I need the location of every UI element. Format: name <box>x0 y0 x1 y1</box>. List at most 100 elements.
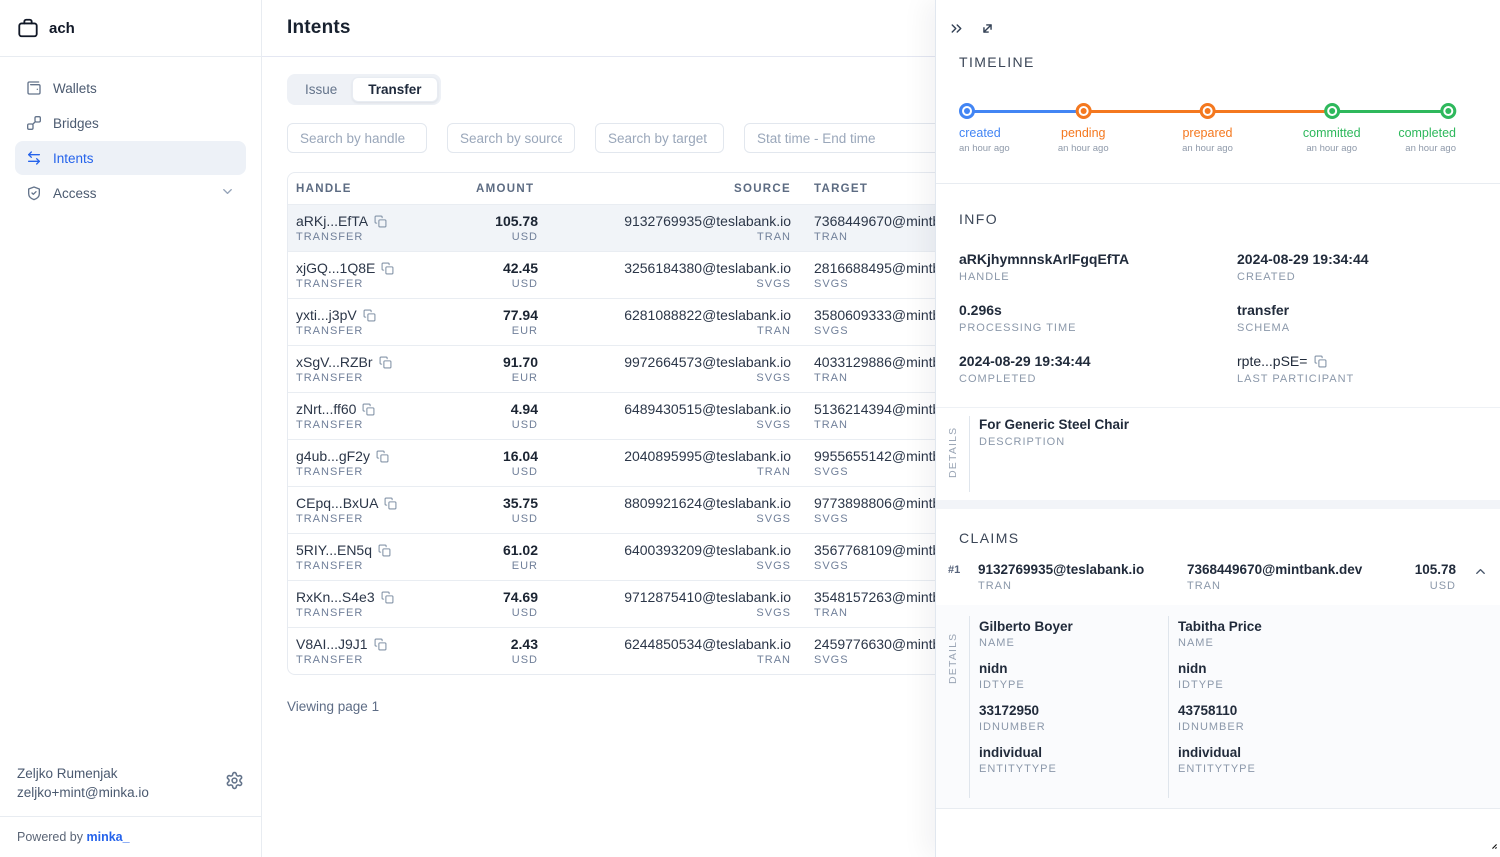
intent-source: 6281088822@teslabank.io <box>538 306 791 324</box>
intent-amount: 42.45 <box>468 259 538 277</box>
copy-icon[interactable] <box>1314 355 1327 368</box>
copy-icon[interactable] <box>374 215 387 228</box>
intent-source-label: SVGS <box>538 419 791 431</box>
copy-icon[interactable] <box>374 638 387 651</box>
settings-gear-icon[interactable] <box>225 771 244 795</box>
tab-issue[interactable]: Issue <box>290 77 352 102</box>
party-idnumber: 33172950 <box>979 703 1168 718</box>
intent-currency: EUR <box>468 325 538 337</box>
timeline-node-icon <box>959 103 975 119</box>
search-by-target-input[interactable] <box>595 123 724 153</box>
copy-icon[interactable] <box>376 450 389 463</box>
minka-brand-link[interactable]: minka_ <box>86 830 129 844</box>
party-name-label: NAME <box>1178 637 1500 649</box>
collapse-claim-icon[interactable] <box>1473 562 1488 579</box>
timeline-title: TIMELINE <box>959 54 1500 70</box>
date-range-input[interactable] <box>744 123 944 153</box>
intent-type: TRANSFER <box>296 231 468 243</box>
intent-source-label: SVGS <box>538 372 791 384</box>
claim-row[interactable]: #1 9132769935@teslabank.io TRAN 73684496… <box>936 546 1500 605</box>
info-field-created: 2024-08-29 19:34:44 CREATED <box>1237 251 1500 283</box>
intent-handle: V8AI...J9J1 <box>296 635 368 653</box>
sidebar: ach Wallets Bridges Intents Access <box>0 0 262 857</box>
column-header-amount: AMOUNT <box>468 183 538 195</box>
intent-detail-panel: TIMELINE createdan hour agopendingan hou… <box>935 0 1500 857</box>
info-label: CREATED <box>1237 271 1500 283</box>
intent-amount: 35.75 <box>468 494 538 512</box>
powered-by: Powered by minka_ <box>0 816 261 857</box>
sidebar-item-bridges[interactable]: Bridges <box>15 106 246 140</box>
claim-index: #1 <box>948 562 978 576</box>
intent-currency: USD <box>468 466 538 478</box>
timeline-step-time: an hour ago <box>1182 143 1233 154</box>
intent-type: TRANSFER <box>296 607 468 619</box>
claim-source-label: TRAN <box>978 580 1187 592</box>
info-value: 2024-08-29 19:34:44 <box>959 353 1237 369</box>
intent-source-label: TRAN <box>538 231 791 243</box>
copy-icon[interactable] <box>363 309 376 322</box>
party-name: Gilberto Boyer <box>979 619 1168 634</box>
transfer-arrows-icon <box>26 150 42 166</box>
claim-party-source: Gilberto BoyerNAME nidnIDTYPE 33172950ID… <box>969 616 1168 798</box>
timeline-step-time: an hour ago <box>959 143 1010 154</box>
timeline-step-label: prepared <box>1182 126 1232 140</box>
sidebar-item-label: Intents <box>53 151 94 166</box>
intent-type: TRANSFER <box>296 325 468 337</box>
page-title: Intents <box>287 17 351 39</box>
collapse-panel-icon[interactable] <box>948 20 965 37</box>
claim-target: 7368449670@mintbank.dev <box>1187 562 1415 577</box>
copy-icon[interactable] <box>379 356 392 369</box>
timeline-step-time: an hour ago <box>1405 143 1456 154</box>
wallet-icon <box>26 80 42 96</box>
search-by-handle-input[interactable] <box>287 123 427 153</box>
timeline-section: TIMELINE createdan hour agopendingan hou… <box>936 37 1500 165</box>
copy-icon[interactable] <box>362 403 375 416</box>
party-idtype-label: IDTYPE <box>979 679 1168 691</box>
info-section: INFO aRKjhymnnskArlFgqEfTA HANDLE 2024-0… <box>936 184 1500 407</box>
party-name: Tabitha Price <box>1178 619 1500 634</box>
claim-details: DETAILS Gilberto BoyerNAME nidnIDTYPE 33… <box>936 605 1500 808</box>
info-value: transfer <box>1237 302 1500 318</box>
party-entitytype: individual <box>979 745 1168 760</box>
sidebar-item-label: Wallets <box>53 81 97 96</box>
intent-amount: 77.94 <box>468 306 538 324</box>
sidebar-item-label: Bridges <box>53 116 99 131</box>
intent-amount: 105.78 <box>468 212 538 230</box>
intent-type: TRANSFER <box>296 513 468 525</box>
info-field-last-participant: rpte...pSE= LAST PARTICIPANT <box>1237 353 1500 385</box>
sidebar-item-access[interactable]: Access <box>15 176 246 210</box>
expand-panel-icon[interactable] <box>979 20 996 37</box>
intent-source: 6400393209@teslabank.io <box>538 541 791 559</box>
timeline: createdan hour agopendingan hour agoprep… <box>959 103 1456 165</box>
logo: ach <box>0 0 261 57</box>
sidebar-item-intents[interactable]: Intents <box>15 141 246 175</box>
intent-amount: 91.70 <box>468 353 538 371</box>
claim-target-label: TRAN <box>1187 580 1415 592</box>
copy-icon[interactable] <box>384 497 397 510</box>
intent-handle: zNrt...ff60 <box>296 400 356 418</box>
section-separator <box>936 500 1500 509</box>
info-value: aRKjhymnnskArlFgqEfTA <box>959 251 1237 267</box>
timeline-node-icon <box>1440 103 1456 119</box>
party-entitytype: individual <box>1178 745 1500 760</box>
intent-source: 2040895995@teslabank.io <box>538 447 791 465</box>
description-label: DESCRIPTION <box>979 436 1500 448</box>
intent-source: 6489430515@teslabank.io <box>538 400 791 418</box>
intent-currency: USD <box>468 654 538 666</box>
resize-grip-icon[interactable] <box>1484 836 1498 855</box>
sidebar-item-wallets[interactable]: Wallets <box>15 71 246 105</box>
copy-icon[interactable] <box>381 591 394 604</box>
info-field-schema: transfer SCHEMA <box>1237 302 1500 334</box>
intent-source-label: TRAN <box>538 466 791 478</box>
tab-transfer[interactable]: Transfer <box>352 77 437 102</box>
search-by-source-input[interactable] <box>447 123 575 153</box>
details-vertical-label: DETAILS <box>947 626 959 684</box>
copy-icon[interactable] <box>378 544 391 557</box>
copy-icon[interactable] <box>381 262 394 275</box>
party-idnumber-label: IDNUMBER <box>979 721 1168 733</box>
intent-source: 8809921624@teslabank.io <box>538 494 791 512</box>
timeline-node-icon <box>1075 103 1091 119</box>
shield-check-icon <box>26 185 42 201</box>
intent-handle: yxti...j3pV <box>296 306 357 324</box>
info-label: HANDLE <box>959 271 1237 283</box>
